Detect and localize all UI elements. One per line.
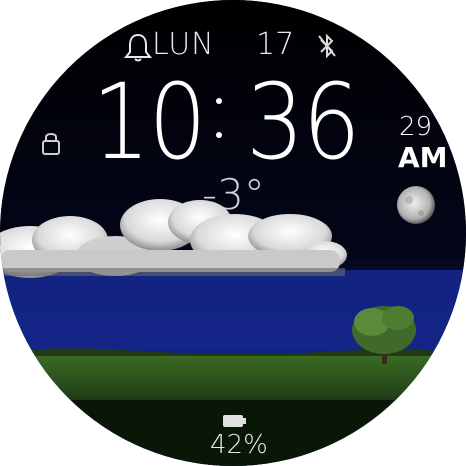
temperature[interactable]: -3° [202,174,265,216]
battery-icon[interactable] [222,414,248,428]
time-seconds: 29 [399,112,433,142]
weather-scene [0,0,466,466]
watch-face: LUN 17 10 36 29 AM -3° 42% [0,0,466,466]
time-hour: 10 [92,61,207,183]
battery-level: 42% [210,430,268,460]
bluetooth-off-icon[interactable] [316,33,338,59]
lock-icon[interactable] [40,130,62,156]
day-of-week: LUN [152,27,215,62]
date-number: 17 [256,27,295,62]
moon-icon [397,186,435,224]
time-ampm: AM [398,141,448,174]
bell-icon[interactable] [124,32,152,62]
time-minute: 36 [246,61,361,183]
time-colon [212,84,226,154]
